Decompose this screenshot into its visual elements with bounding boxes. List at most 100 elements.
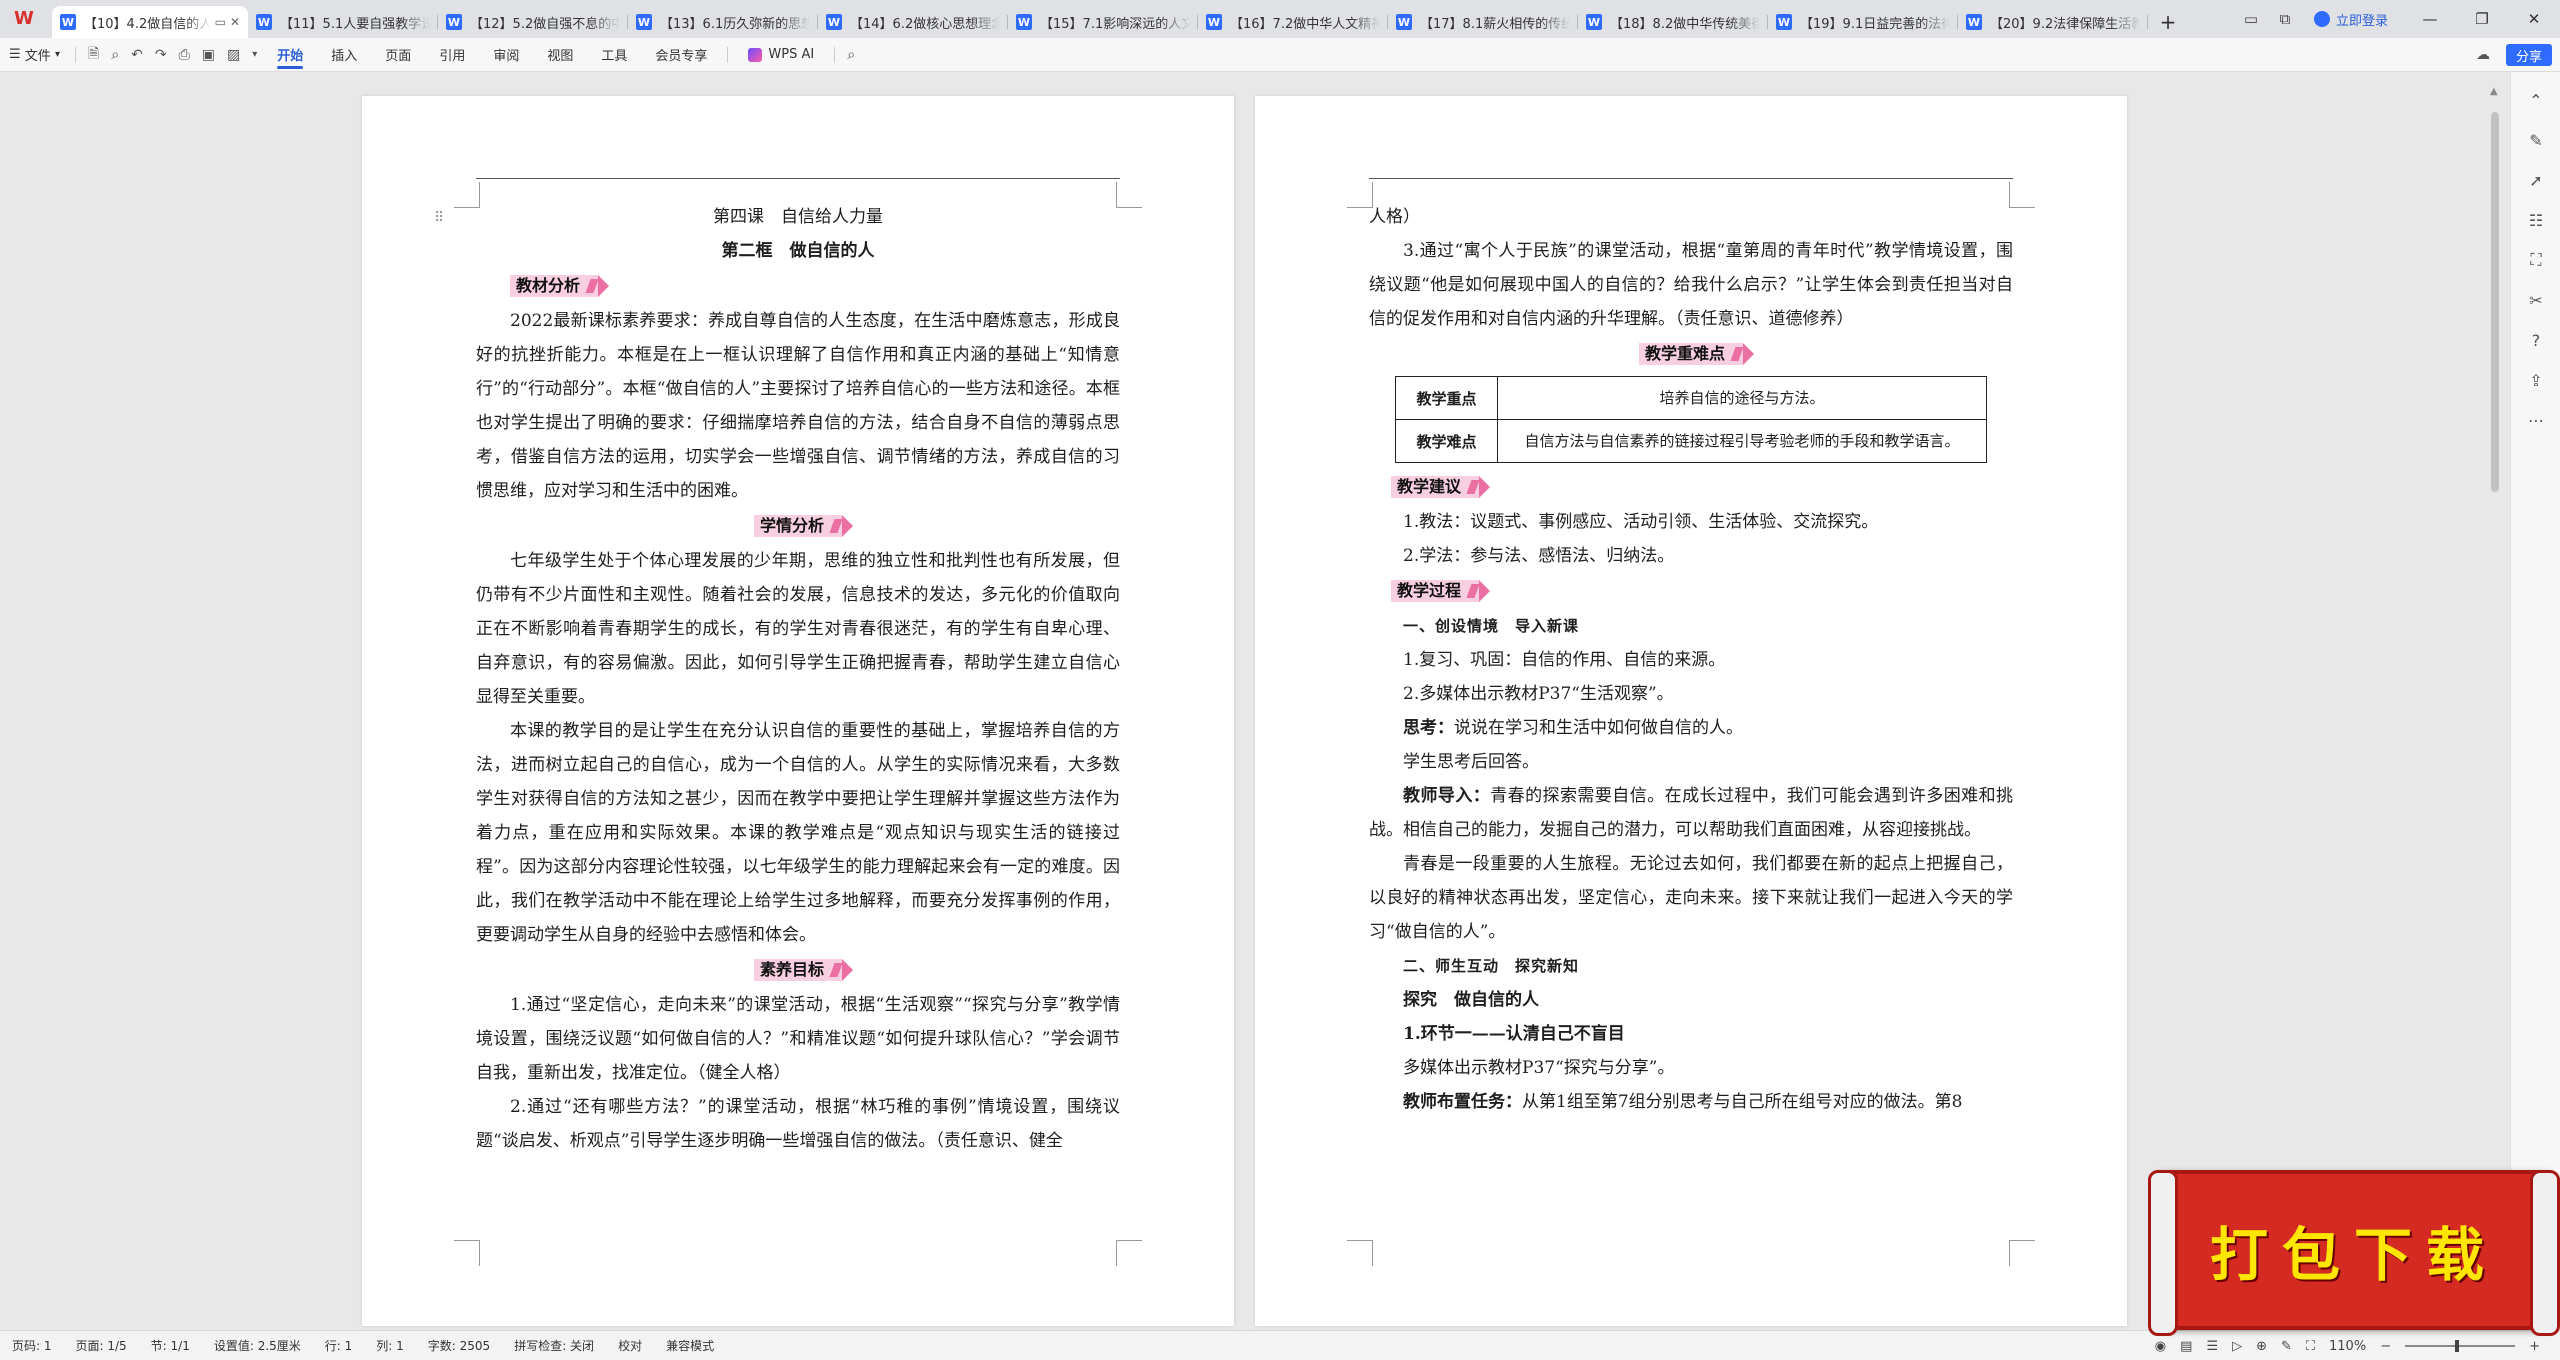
tab-review[interactable]: 审阅: [479, 38, 533, 72]
page-view-icon[interactable]: ▤: [2180, 1339, 2192, 1354]
paragraph: 1.复习、巩固：自信的作用、自信的来源。: [1403, 650, 1726, 670]
tab-member[interactable]: 会员专享: [641, 38, 721, 72]
document-tab[interactable]: W 【11】5.1人要自强教学设计: [248, 6, 438, 38]
step-heading: 二、师生互动 探究新知: [1403, 957, 1580, 975]
tab-label: 【15】7.1影响深远的人文精神: [1040, 16, 1190, 32]
document-page-2[interactable]: 人格） 3.通过“寓个人于民族”的课堂活动，根据“童第周的青年时代”教学情境设置…: [1255, 96, 2127, 1326]
tab-bar: W W 【10】4.2做自信的人 ▭ ✕ W 【11】5.1人要自强教学设计 W 【12】5.…: [0, 0, 2560, 38]
status-pages[interactable]: 页面: 1/5: [64, 1337, 139, 1354]
play-icon[interactable]: ▷: [2232, 1339, 2242, 1354]
format-painter-icon[interactable]: ⌕: [105, 38, 125, 72]
tab-view-label: 视图: [547, 49, 574, 64]
page-2-content[interactable]: 人格） 3.通过“寓个人于民族”的课堂活动，根据“童第周的青年时代”教学情境设置…: [1369, 200, 2013, 1119]
close-icon[interactable]: ✕: [2508, 0, 2560, 38]
tab-separator: [2147, 15, 2148, 29]
cloud-sync-icon[interactable]: ☁: [2470, 38, 2496, 72]
export-pdf-icon[interactable]: ▣: [196, 38, 221, 72]
document-tab[interactable]: W 【16】7.2做中华人文精神的: [1198, 6, 1388, 38]
document-tab[interactable]: W 【19】9.1日益完善的法律体系: [1768, 6, 1958, 38]
new-tab-button[interactable]: +: [2148, 6, 2188, 38]
document-tab[interactable]: W 【20】9.2法律保障生活教学: [1958, 6, 2148, 38]
tab-window-icon[interactable]: ▭: [215, 15, 226, 29]
section-heading-wrap: 教学建议: [1369, 469, 2013, 505]
tab-label: 【11】5.1人要自强教学设计: [280, 16, 430, 32]
outline-view-icon[interactable]: ☰: [2206, 1339, 2218, 1354]
tab-reference[interactable]: 引用: [425, 38, 479, 72]
status-setting[interactable]: 设置值: 2.5厘米: [202, 1337, 313, 1354]
paragraph: 1.通过“坚定信心，走向未来”的课堂活动，根据“生活观察”“探究与分享”教学情境…: [476, 995, 1120, 1083]
edit-pen-icon[interactable]: ✎: [2511, 120, 2560, 160]
scroll-up-icon[interactable]: ▲: [2490, 86, 2498, 97]
tab-page-label: 页面: [385, 49, 412, 64]
zoom-out-icon[interactable]: −: [2380, 1339, 2391, 1354]
document-tab[interactable]: W 【17】8.1薪火相传的传统美德: [1388, 6, 1578, 38]
status-page-number[interactable]: 页码: 1: [0, 1337, 64, 1354]
document-page-1[interactable]: ⠿ 第四课 自信给人力量 第二框 做自信的人 教材分析 2022最新课标素养要求…: [362, 96, 1234, 1326]
web-view-icon[interactable]: ⊕: [2256, 1339, 2267, 1354]
select-cursor-icon[interactable]: ➚: [2511, 160, 2560, 200]
undo-icon[interactable]: ↶: [125, 38, 149, 72]
tab-home[interactable]: 开始: [263, 38, 317, 72]
page-1-content[interactable]: 第四课 自信给人力量 第二框 做自信的人 教材分析 2022最新课标素养要求：养…: [476, 200, 1120, 1158]
paragraph: 多媒体出示教材P37“探究与分享”。: [1403, 1058, 1675, 1078]
translate-icon[interactable]: ⛶: [2511, 240, 2560, 280]
document-tab[interactable]: W 【12】5.2做自强不息的中国人: [438, 6, 628, 38]
wps-logo[interactable]: W: [0, 0, 52, 38]
document-tab[interactable]: W 【10】4.2做自信的人 ▭ ✕: [52, 6, 248, 38]
menu-button[interactable]: ☰ 文件 ▾: [0, 38, 69, 72]
write-mode-icon[interactable]: ✎: [2281, 1339, 2292, 1354]
tab-view[interactable]: 视图: [533, 38, 587, 72]
document-tab[interactable]: W 【18】8.2做中华传统美德的: [1578, 6, 1768, 38]
status-section[interactable]: 节: 1/1: [139, 1337, 202, 1354]
zoom-slider[interactable]: [2405, 1340, 2516, 1352]
chevron-down-icon: ▾: [54, 49, 60, 60]
download-banner[interactable]: 打包下载: [2148, 1170, 2560, 1336]
tab-page[interactable]: 页面: [371, 38, 425, 72]
settings-sliders-icon[interactable]: ☷: [2511, 200, 2560, 240]
status-row[interactable]: 行: 1: [313, 1337, 365, 1354]
status-spellcheck[interactable]: 拼写检查: 关闭: [502, 1337, 606, 1354]
status-proofread[interactable]: 校对: [606, 1337, 654, 1354]
window-mode-icon[interactable]: ▭: [2234, 0, 2268, 38]
file-menu-label: 文件: [24, 49, 51, 64]
document-workspace[interactable]: ⠿ 第四课 自信给人力量 第二框 做自信的人 教材分析 2022最新课标素养要求…: [0, 72, 2510, 1330]
tab-tools[interactable]: 工具: [587, 38, 641, 72]
share-button[interactable]: 分享: [2505, 44, 2552, 66]
document-tab[interactable]: W 【15】7.1影响深远的人文精神: [1008, 6, 1198, 38]
status-word-count[interactable]: 字数: 2505: [416, 1337, 502, 1354]
zoom-in-icon[interactable]: +: [2529, 1339, 2540, 1354]
word-doc-icon: W: [1776, 14, 1792, 30]
minimize-icon[interactable]: —: [2404, 0, 2456, 38]
print-icon[interactable]: ⎙: [173, 38, 196, 72]
tools-icon[interactable]: ✂: [2511, 280, 2560, 320]
status-column[interactable]: 列: 1: [364, 1337, 416, 1354]
collapse-icon[interactable]: ⌃: [2511, 80, 2560, 120]
restore-icon[interactable]: ❐: [2456, 0, 2508, 38]
fit-screen-icon[interactable]: ⛶: [2306, 1339, 2315, 1354]
more-chevron-icon[interactable]: ▾: [246, 38, 263, 72]
image-icon[interactable]: ▨: [221, 38, 246, 72]
document-tab[interactable]: W 【14】6.2做核心思想理念的: [818, 6, 1008, 38]
document-tab[interactable]: W 【13】6.1历久弥新的思想理念: [628, 6, 818, 38]
login-button[interactable]: 立即登录: [2313, 10, 2388, 29]
window-controls: — ❐ ✕: [2404, 0, 2560, 38]
share-doc-icon[interactable]: ⇪: [2511, 360, 2560, 400]
tab-label: 【17】8.1薪火相传的传统美德: [1420, 16, 1570, 32]
tab-close-icon[interactable]: ✕: [230, 15, 240, 29]
zoom-level[interactable]: 110%: [2329, 1339, 2366, 1354]
tab-label: 【14】6.2做核心思想理念的: [850, 16, 1000, 32]
eye-protection-icon[interactable]: ◉: [2155, 1339, 2166, 1354]
save-icon[interactable]: 🗎: [82, 38, 105, 72]
drag-handle-icon[interactable]: ⠿: [434, 210, 444, 226]
search-icon[interactable]: ⌕: [841, 38, 861, 72]
redo-icon[interactable]: ↷: [149, 38, 173, 72]
more-icon[interactable]: ⋯: [2511, 400, 2560, 440]
frame-title: 第二框 做自信的人: [721, 241, 875, 261]
scrollbar-thumb[interactable]: [2491, 112, 2499, 492]
zoom-slider-knob[interactable]: [2455, 1340, 2460, 1352]
multi-window-icon[interactable]: ⧉: [2268, 0, 2302, 38]
wps-ai-button[interactable]: WPS AI: [734, 47, 828, 62]
tab-insert[interactable]: 插入: [317, 38, 371, 72]
vertical-scrollbar[interactable]: ▲: [2486, 72, 2504, 1330]
help-icon[interactable]: ?: [2511, 320, 2560, 360]
